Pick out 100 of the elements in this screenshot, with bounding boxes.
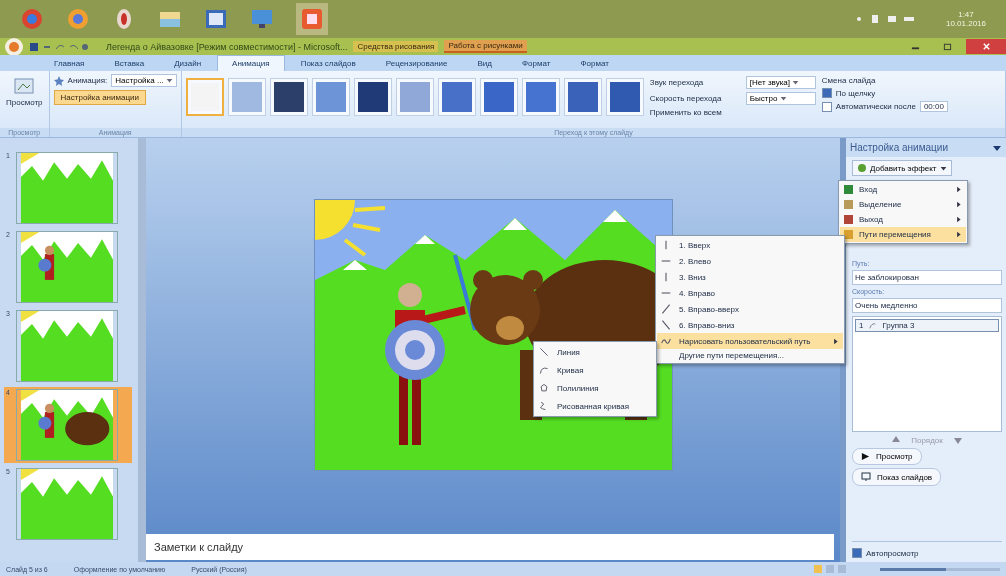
preview-button[interactable]: Просмотр (4, 74, 45, 111)
zoom-slider-fill[interactable] (880, 567, 946, 571)
transition-thumbnail[interactable] (605, 78, 644, 116)
menu-item[interactable]: Выход (840, 212, 966, 227)
path-icon (661, 319, 671, 331)
submenu-arrow-icon (955, 201, 962, 208)
caret-icon (165, 77, 173, 85)
slide-thumbnail[interactable] (16, 389, 118, 461)
autopreview-checkbox[interactable] (852, 548, 862, 558)
close-icon (981, 42, 991, 51)
presentation-app-icon[interactable] (296, 3, 328, 35)
sound-label: Звук перехода (649, 78, 705, 87)
effect-name: Группа 3 (882, 321, 915, 330)
menu-item[interactable]: 6. Вправо-вниз (657, 317, 843, 333)
clock-time: 1:47 (958, 10, 974, 19)
up-arrow-icon[interactable] (891, 435, 902, 445)
speed-dropdown[interactable]: Быстро (745, 92, 816, 105)
effect-icon (857, 163, 867, 173)
menu-item[interactable]: Линия (535, 343, 655, 361)
menu-item[interactable]: Рисованная кривая (535, 397, 655, 415)
ribbon-tab[interactable]: Рецензирование (371, 55, 462, 71)
path-dropdown[interactable]: Не заблокирован (852, 270, 1002, 285)
on-click-checkbox[interactable] (821, 88, 832, 98)
play-button[interactable]: Просмотр (852, 448, 922, 465)
effect-number: 1 (859, 321, 864, 330)
slide-thumbnail[interactable] (16, 468, 118, 540)
ribbon-tab[interactable]: Вид (463, 55, 506, 71)
menu-item[interactable]: 5. Вправо-вверх (657, 301, 843, 317)
autopreview-label: Автопросмотр (866, 548, 919, 558)
transition-thumbnail[interactable] (269, 78, 308, 116)
menu-item[interactable]: Вход (840, 182, 966, 197)
path-icon (661, 303, 671, 315)
context-tab-label: Работа с рисунками (444, 40, 527, 53)
ribbon-tab[interactable]: Показ слайдов (286, 55, 370, 71)
sound-dropdown[interactable]: [Нет звука] (745, 76, 816, 89)
menu-item[interactable]: Другие пути перемещения... (657, 349, 843, 362)
time-field[interactable]: 00:00 (919, 101, 948, 112)
speed-label: Скорость перехода (649, 94, 723, 103)
menu-item[interactable]: 1. Вверх (657, 237, 843, 253)
ribbon-tab[interactable]: Формат (566, 55, 623, 71)
ribbon-tab[interactable]: Анимация (217, 55, 285, 71)
caret-icon (939, 164, 947, 172)
submenu-arrow-icon (832, 337, 839, 345)
down-arrow-icon[interactable] (952, 435, 963, 445)
menu-item[interactable]: 4. Вправо (657, 285, 843, 301)
menu-item[interactable]: 2. Влево (657, 253, 843, 269)
menu-item[interactable]: Кривая (535, 361, 655, 379)
clock-date: 10.01.2016 (945, 19, 986, 28)
ribbon-tab[interactable]: Формат (508, 55, 565, 71)
speed-dropdown[interactable]: Очень медленно (852, 298, 1002, 313)
slide-thumbnail[interactable] (16, 152, 118, 224)
animation-dropdown[interactable]: Настройка ... (111, 74, 177, 87)
close-button[interactable] (966, 39, 1006, 54)
transition-thumbnail[interactable] (479, 78, 518, 116)
window-title: Легенда о Айвазовке [Режим совместимости] - Microsoft... (106, 41, 348, 52)
transition-thumbnail[interactable] (227, 78, 266, 116)
window-app-icon[interactable] (204, 7, 228, 31)
effect-list-item[interactable]: 1 Группа 3 (855, 319, 999, 332)
apply-all-button[interactable]: Применить ко всем (649, 108, 722, 117)
transition-thumbnail[interactable] (185, 78, 224, 116)
shape-icon (539, 364, 549, 376)
office-button-icon[interactable] (4, 36, 24, 57)
context-tab-label: Средства рисования (353, 41, 439, 52)
slideshow-button[interactable]: Показ слайдов (852, 468, 942, 486)
menu-item[interactable]: Полилиния (535, 379, 655, 397)
slide-thumbnail[interactable] (16, 231, 118, 303)
menu-item[interactable]: Пути перемещения (840, 227, 966, 242)
menu-item[interactable]: 3. Вниз (657, 269, 843, 285)
picture-icon (14, 78, 35, 94)
order-label: Порядок (911, 435, 943, 445)
monitor-icon (861, 472, 871, 482)
transition-thumbnail[interactable] (311, 78, 350, 116)
ribbon-tab[interactable]: Дизайн (160, 55, 216, 71)
monitor-icon[interactable] (250, 7, 274, 31)
path-icon (869, 322, 877, 329)
advance-slide-title: Смена слайда (821, 76, 877, 85)
transition-thumbnail[interactable] (395, 78, 434, 116)
auto-after-label: Автоматически после (835, 102, 916, 111)
custom-animation-button[interactable]: Настройка анимации (53, 90, 146, 105)
menu-item[interactable]: Выделение (840, 197, 966, 212)
add-effect-button[interactable]: Добавить эффект (852, 160, 952, 176)
quick-access-icons[interactable] (30, 41, 90, 52)
pane-title: Настройка анимации (850, 142, 948, 153)
menu-item[interactable]: Нарисовать пользовательский путь (657, 333, 843, 349)
star-icon (53, 75, 64, 86)
ribbon-tab[interactable]: Главная (40, 55, 99, 71)
round-app-icon[interactable] (66, 7, 90, 31)
transition-thumbnail[interactable] (563, 78, 602, 116)
transition-thumbnail[interactable] (437, 78, 476, 116)
transition-thumbnail[interactable] (521, 78, 560, 116)
auto-after-checkbox[interactable] (821, 101, 832, 112)
restore-icon (942, 42, 952, 51)
on-click-label: По щелчку (835, 88, 876, 98)
ribbon-tab[interactable]: Вставка (100, 55, 159, 71)
shape-icon (539, 382, 549, 394)
round-app-icon[interactable] (20, 7, 44, 31)
transition-thumbnail[interactable] (353, 78, 392, 116)
notes-field[interactable]: Заметки к слайду (146, 534, 834, 560)
submenu-arrow-icon (955, 186, 962, 193)
slide-thumbnail[interactable] (16, 310, 118, 382)
